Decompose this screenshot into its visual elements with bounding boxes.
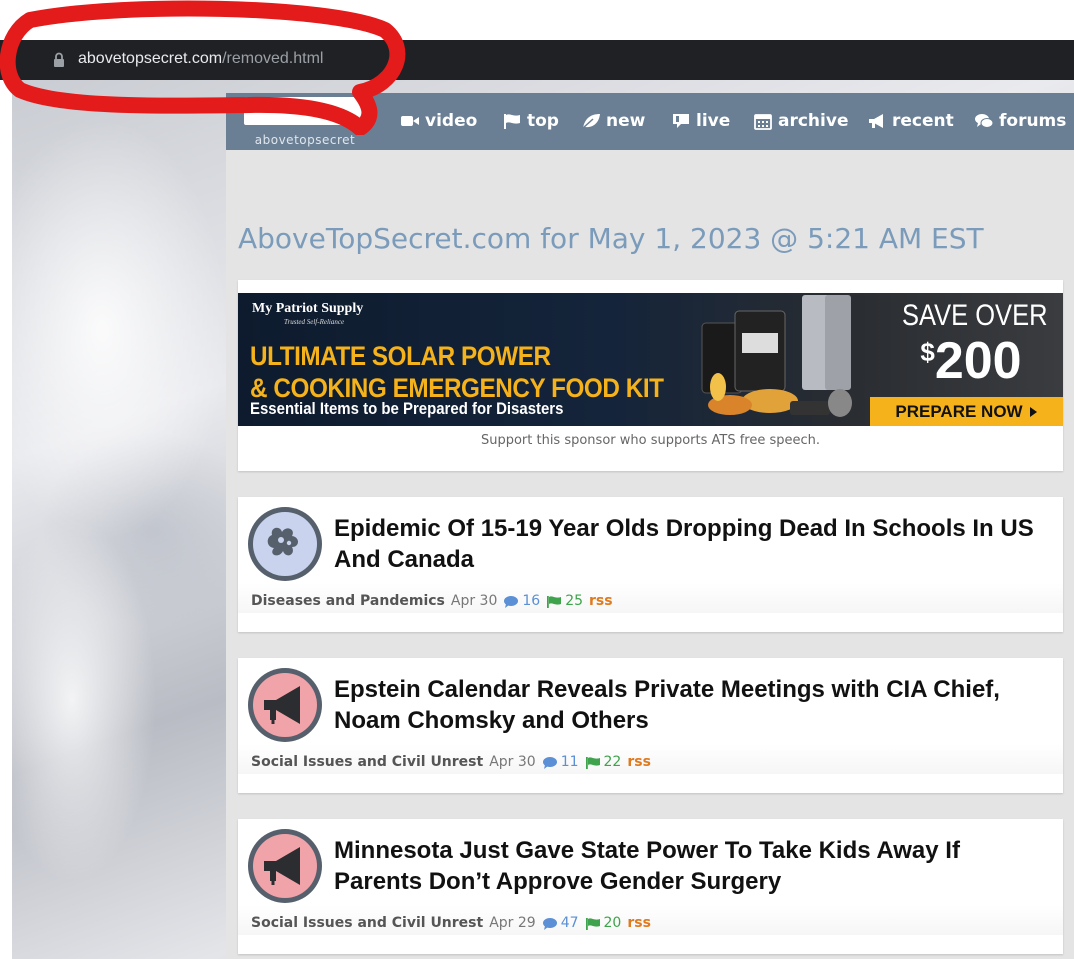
thread-flags: 25 <box>546 593 583 609</box>
nav-live-label: live <box>696 111 731 131</box>
nav-forums-label: forums <box>999 111 1067 131</box>
ad-save-text: SAVE OVER <box>902 299 1048 332</box>
nav-video-label: video <box>425 111 478 131</box>
ad-headline-1: ULTIMATE SOLAR POWER <box>250 341 551 371</box>
nav-new[interactable]: new <box>581 109 645 133</box>
page-title: AboveTopSecret.com for May 1, 2023 @ 5:2… <box>238 222 984 255</box>
thread-rss-link[interactable]: rss <box>627 754 651 770</box>
nav-archive[interactable]: archive <box>753 109 848 133</box>
ad-subline: Essential Items to be Prepared for Disas… <box>250 399 564 418</box>
url-text[interactable]: abovetopsecret.com/removed.html <box>78 50 323 68</box>
live-icon <box>673 114 689 128</box>
page-top-margin <box>0 0 1074 40</box>
thread-flags: 20 <box>585 915 622 931</box>
ad-brand: My Patriot Supply <box>252 301 364 316</box>
nav-recent-label: recent <box>892 111 954 131</box>
thread-replies: 47 <box>542 915 579 931</box>
nav-video[interactable]: video <box>400 109 477 133</box>
thread-flags-count: 20 <box>603 915 622 931</box>
ad-currency: $ <box>920 337 935 367</box>
url-domain: abovetopsecret.com <box>78 50 223 67</box>
thread-replies-count: 11 <box>560 754 579 770</box>
thread-date: Apr 30 <box>450 593 498 609</box>
thread-card[interactable]: Epidemic Of 15-19 Year Olds Dropping Dea… <box>238 497 1063 632</box>
flag-icon <box>547 595 562 608</box>
nav-archive-label: archive <box>778 111 849 131</box>
nav-live[interactable]: live <box>671 109 730 133</box>
calendar-icon <box>754 114 772 130</box>
ad-amount-value: 200 <box>934 332 1022 390</box>
thread-rss-link[interactable]: rss <box>589 593 613 609</box>
megaphone-icon <box>869 114 883 128</box>
thread-meta: Social Issues and Civil Unrest Apr 29 47… <box>251 915 651 931</box>
virus-icon <box>248 507 322 581</box>
thread-meta: Diseases and Pandemics Apr 30 16 25 rss <box>251 593 613 609</box>
flag-icon <box>585 756 600 769</box>
thread-forum-link[interactable]: Social Issues and Civil Unrest <box>251 915 483 931</box>
thread-rss-link[interactable]: rss <box>627 915 651 931</box>
leaf-icon <box>582 114 600 129</box>
chat-bubble-icon <box>542 756 557 769</box>
site-logo[interactable]: abovetopsecret <box>240 97 370 147</box>
logo-mark <box>244 97 366 125</box>
logo-text: abovetopsecret <box>254 133 356 147</box>
thread-forum-link[interactable]: Diseases and Pandemics <box>251 593 445 609</box>
nav-top[interactable]: top <box>502 109 559 133</box>
sponsor-card: My Patriot Supply Trusted Self-Reliance … <box>238 280 1063 471</box>
thread-replies-count: 47 <box>560 915 579 931</box>
ad-brand-tagline: Trusted Self-Reliance <box>284 318 345 326</box>
ad-cta-button[interactable]: PREPARE NOW <box>870 397 1063 426</box>
thread-meta: Social Issues and Civil Unrest Apr 30 11… <box>251 754 651 770</box>
url-path: /removed.html <box>222 50 324 67</box>
browser-address-bar[interactable]: abovetopsecret.com/removed.html <box>0 40 1074 80</box>
lock-icon <box>54 52 64 67</box>
nav-recent[interactable]: recent <box>867 109 954 133</box>
nav-top-label: top <box>527 111 559 131</box>
nav-new-label: new <box>606 111 646 131</box>
chat-bubble-icon <box>542 917 557 930</box>
thread-flags-count: 25 <box>565 593 584 609</box>
chat-bubble-icon <box>504 595 519 608</box>
ad-cta-label: PREPARE NOW <box>895 401 1023 421</box>
thread-flags-count: 22 <box>603 754 622 770</box>
sponsor-caption: Support this sponsor who supports ATS fr… <box>480 433 821 448</box>
thread-title-link[interactable]: Epstein Calendar Reveals Private Meeting… <box>334 674 1049 736</box>
sponsor-ad-banner[interactable]: My Patriot Supply Trusted Self-Reliance … <box>238 293 1063 426</box>
video-camera-icon <box>401 116 419 126</box>
flag-icon <box>504 114 520 129</box>
thread-replies-count: 16 <box>522 593 541 609</box>
food-kit-products-image <box>701 295 852 417</box>
flag-icon <box>585 917 600 930</box>
megaphone-icon <box>248 829 322 903</box>
thread-card[interactable]: Minnesota Just Gave State Power To Take … <box>238 819 1063 954</box>
site-navbar: abovetopsecret video top new live archiv… <box>226 93 1074 150</box>
ad-save-amount: $200 <box>886 331 1056 391</box>
thread-date: Apr 30 <box>489 754 536 770</box>
thread-replies: 16 <box>503 593 540 609</box>
thread-card[interactable]: Epstein Calendar Reveals Private Meeting… <box>238 658 1063 793</box>
nav-forums[interactable]: forums <box>974 109 1066 133</box>
chat-bubbles-icon <box>975 114 994 128</box>
caret-right-icon <box>1029 406 1037 417</box>
thread-title-link[interactable]: Epidemic Of 15-19 Year Olds Dropping Dea… <box>334 513 1049 575</box>
thread-date: Apr 29 <box>489 915 536 931</box>
thread-title-link[interactable]: Minnesota Just Gave State Power To Take … <box>334 835 1049 897</box>
thread-flags: 22 <box>585 754 622 770</box>
thread-forum-link[interactable]: Social Issues and Civil Unrest <box>251 754 483 770</box>
megaphone-icon <box>248 668 322 742</box>
thread-replies: 11 <box>542 754 579 770</box>
